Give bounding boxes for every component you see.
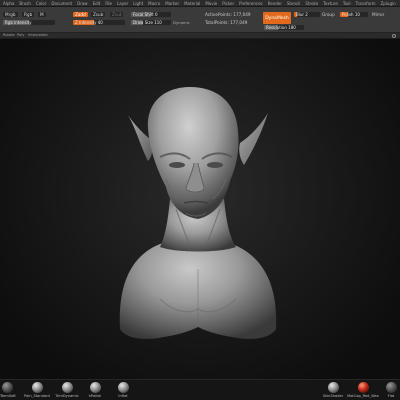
tool-zremsoft[interactable]: ZRemSoft (0, 380, 22, 400)
group-toggle[interactable]: Group (322, 12, 335, 17)
draw-size-label: Draw Size 110 (133, 20, 162, 25)
tool-inflat[interactable]: Inflat (108, 380, 138, 400)
menu-item-edit[interactable]: Edit (93, 1, 101, 6)
menu-item-document[interactable]: Document (51, 1, 72, 6)
menu-item-picker[interactable]: Picker (222, 1, 234, 6)
rgb-intensity-label: Rgb Intensity (5, 20, 32, 25)
menu-item-movie[interactable]: Movie (205, 1, 217, 6)
bottom-shelf: ZRemSoft Pain_Standard TrimDynamic hPolish I… (0, 379, 400, 400)
mirror-button[interactable]: Mirror (372, 12, 384, 17)
tool-label: SkinShader (322, 394, 344, 398)
blur-label: Blur 2 (296, 12, 308, 17)
resolution-label: Resolution 180 (266, 25, 296, 30)
menu-item-color[interactable]: Color (36, 1, 46, 6)
tool-label: Pain_Standard (24, 394, 50, 398)
menu-item-draw[interactable]: Draw (77, 1, 87, 6)
tool-label: TrimDynamic (55, 394, 79, 398)
tool-flat[interactable]: Flat (376, 380, 400, 400)
top-shelf: Mrgb Rgb M Rgb Intensity Zadd Zsub Zcut … (0, 7, 400, 33)
material-sphere-icon (61, 382, 73, 393)
rgb-intensity-slider[interactable]: Rgb Intensity (3, 20, 55, 25)
tool-trimdynamic[interactable]: TrimDynamic (52, 380, 82, 400)
menu-item-tool[interactable]: Tool (343, 1, 351, 6)
material-sphere-icon (117, 382, 129, 393)
m-button[interactable]: M (38, 12, 46, 17)
menu-item-stroke[interactable]: Stroke (305, 1, 318, 6)
menu-item-zplugin[interactable]: Zplugin (381, 1, 396, 6)
menu-item-marker[interactable]: Marker (165, 1, 179, 6)
material-sphere-icon (357, 382, 369, 393)
head-shape (147, 87, 239, 219)
dynamic-toggle[interactable]: Dynamic (173, 20, 190, 25)
rotate-label[interactable]: Rotate (3, 33, 15, 38)
poly-label[interactable]: Poly (17, 33, 24, 38)
material-sphere-icon (327, 382, 339, 393)
tool-label: Inflat (118, 394, 128, 398)
zcut-button[interactable]: Zcut (110, 12, 124, 17)
draw-size-slider[interactable]: Draw Size 110 (131, 20, 171, 25)
menu-item-layer[interactable]: Layer (117, 1, 128, 6)
right-ear (239, 113, 268, 165)
menu-item-material[interactable]: Material (184, 1, 200, 6)
canvas-viewport[interactable] (0, 39, 400, 379)
resolution-slider[interactable]: Resolution 180 (264, 25, 304, 30)
material-sphere-icon (1, 382, 13, 393)
material-sphere-icon (385, 382, 397, 393)
total-points-readout: TotalPoints: 177,049 (205, 20, 248, 25)
z-intensity-label: Z Intensity 40 (75, 20, 103, 25)
interpolate-label[interactable]: Interpolate (28, 33, 48, 38)
blur-slider[interactable]: Blur 2 (294, 12, 320, 17)
tool-label: ZRemSoft (0, 394, 16, 398)
menu-item-transform[interactable]: Transform (356, 1, 376, 6)
menu-item-texture[interactable]: Texture (323, 1, 338, 6)
menu-item-stencil[interactable]: Stencil (287, 1, 301, 6)
menu-item-file[interactable]: File (105, 1, 112, 6)
tool-label: MatCap_Red_Wax (347, 394, 379, 398)
focal-shift-slider[interactable]: Focal Shift 0 (131, 12, 171, 17)
menu-item-macro[interactable]: Macro (148, 1, 160, 6)
zadd-button[interactable]: Zadd (73, 12, 88, 17)
active-points-readout: ActivePoints: 177,049 (205, 12, 251, 17)
tool-matcap-red-wax[interactable]: MatCap_Red_Wax (347, 380, 379, 400)
zsub-button[interactable]: Zsub (91, 12, 106, 17)
material-sphere-icon (31, 382, 43, 393)
tool-label: hPolish (88, 394, 102, 398)
menu-bar: Alpha Brush Color Document Draw Edit File Layer… (0, 0, 400, 7)
menu-item-brush[interactable]: Brush (19, 1, 31, 6)
tool-pain-standard[interactable]: Pain_Standard (22, 380, 52, 400)
menu-item-preferences[interactable]: Preferences (239, 1, 263, 6)
scroll-handle-icon[interactable] (392, 34, 396, 38)
menu-item-alpha[interactable]: Alpha (3, 1, 14, 6)
rgb-button[interactable]: Rgb (22, 12, 35, 17)
menu-item-render[interactable]: Render (268, 1, 282, 6)
tool-skinshader[interactable]: SkinShader (318, 380, 348, 400)
focal-shift-label: Focal Shift 0 (133, 12, 158, 17)
dynamesh-button[interactable]: DynaMesh (263, 12, 291, 24)
z-intensity-slider[interactable]: Z Intensity 40 (73, 20, 125, 25)
tool-label: Flat (387, 394, 395, 398)
mrgb-button[interactable]: Mrgb (3, 12, 18, 17)
bust-sculpt (119, 87, 277, 339)
material-sphere-icon (89, 382, 101, 393)
polish-label: Polish 10 (342, 12, 360, 17)
polish-slider[interactable]: Polish 10 (340, 12, 368, 17)
menu-item-light[interactable]: Light (133, 1, 143, 6)
tool-hpolish[interactable]: hPolish (80, 380, 110, 400)
